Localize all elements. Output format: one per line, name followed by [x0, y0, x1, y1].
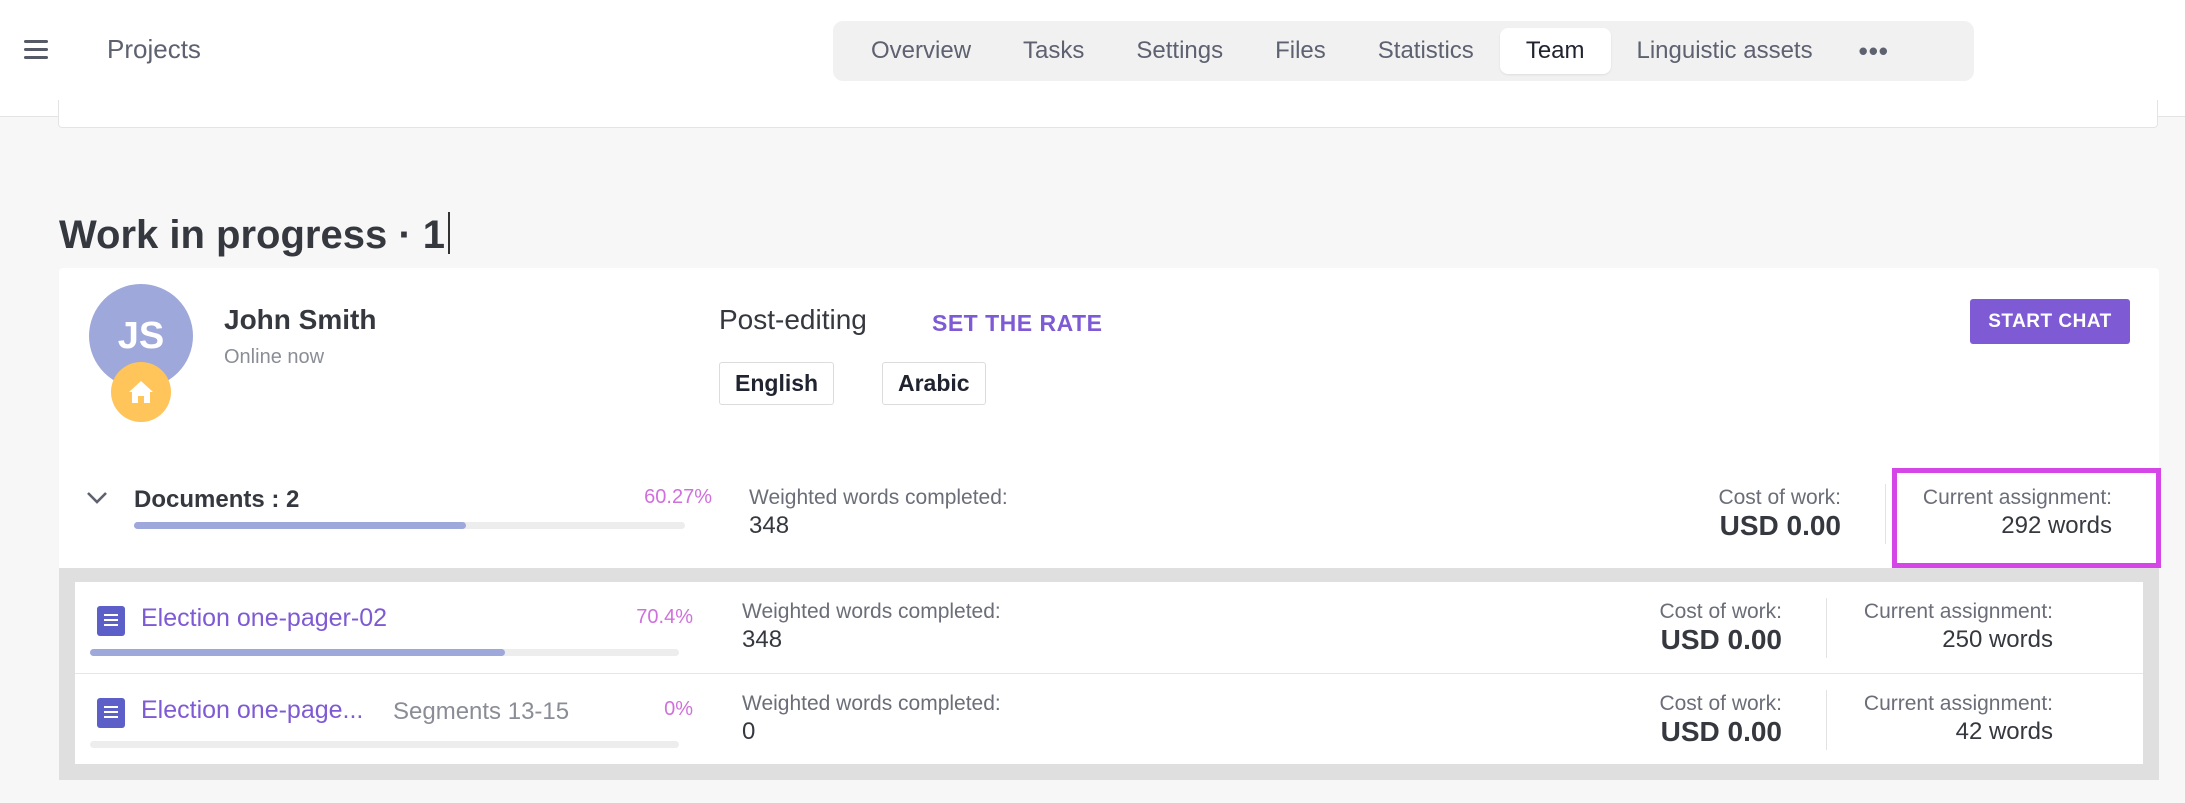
- source-language-chip: English: [719, 362, 835, 405]
- section-title: Work in progress · 1: [59, 212, 451, 258]
- assignee-card: JS John Smith Online now Post-editing SE…: [59, 268, 2161, 780]
- current-assignment-label: Current assignment:: [1863, 600, 2053, 623]
- cost-of-work-value: USD 0.00: [1719, 510, 1841, 541]
- documents-progress-bar: [134, 522, 685, 529]
- document-progress-percent: 0%: [664, 698, 693, 720]
- document-icon: [97, 698, 125, 728]
- document-progress-bar: [90, 741, 679, 748]
- current-assignment-label: Current assignment:: [1863, 692, 2053, 715]
- document-segments: Segments 13-15: [393, 698, 570, 725]
- column-divider: [1826, 690, 1827, 750]
- tab-tasks[interactable]: Tasks: [997, 28, 1110, 74]
- document-progress-bar: [90, 649, 679, 656]
- highlight-box: [1892, 468, 2161, 568]
- tab-files[interactable]: Files: [1249, 28, 1352, 74]
- current-assignment-value: 42 words: [1955, 718, 2053, 745]
- document-name[interactable]: Election one-page...: [141, 696, 363, 725]
- chevron-down-icon[interactable]: [85, 490, 109, 511]
- assignee-name[interactable]: John Smith: [224, 304, 376, 336]
- tab-bar: Overview Tasks Settings Files Statistics…: [833, 21, 1974, 81]
- column-divider: [1885, 484, 1886, 544]
- weighted-words-label: Weighted words completed:: [742, 692, 1001, 715]
- weighted-words-label: Weighted words completed:: [749, 486, 1008, 509]
- documents-progress-percent: 60.27%: [644, 486, 712, 508]
- tab-overview[interactable]: Overview: [845, 28, 997, 74]
- cost-of-work-label: Cost of work:: [1718, 486, 1841, 509]
- service-name: Post-editing: [719, 304, 867, 335]
- assignee-status: Online now: [224, 346, 325, 368]
- document-row: Election one-pager-02 70.4% Weighted wor…: [75, 582, 2143, 673]
- start-chat-button[interactable]: START CHAT: [1970, 299, 2130, 344]
- document-progress-percent: 70.4%: [636, 606, 693, 628]
- tab-linguistic-assets[interactable]: Linguistic assets: [1611, 28, 1839, 74]
- home-icon: [111, 362, 171, 422]
- cost-of-work-value: USD 0.00: [1660, 716, 1782, 747]
- weighted-words-value: 0: [742, 718, 756, 745]
- column-divider: [1826, 598, 1827, 658]
- hamburger-menu-icon[interactable]: [22, 38, 52, 62]
- weighted-words-label: Weighted words completed:: [742, 600, 1001, 623]
- tab-team[interactable]: Team: [1499, 28, 1611, 74]
- document-progress-fill: [90, 649, 505, 656]
- cost-of-work-label: Cost of work:: [1659, 600, 1782, 623]
- text-cursor: [448, 212, 451, 254]
- cost-of-work-value: USD 0.00: [1660, 624, 1782, 655]
- more-tabs-icon[interactable]: •••: [1839, 36, 1909, 67]
- tab-settings[interactable]: Settings: [1110, 28, 1249, 74]
- document-row: Election one-page... Segments 13-15 0% W…: [75, 673, 2143, 764]
- current-assignment-value: 250 words: [1942, 626, 2053, 653]
- weighted-words-value: 348: [749, 512, 790, 539]
- documents-count: Documents : 2: [134, 486, 300, 513]
- tab-statistics[interactable]: Statistics: [1352, 28, 1500, 74]
- document-icon: [97, 606, 125, 636]
- set-rate-link[interactable]: SET THE RATE: [932, 310, 1102, 337]
- target-language-chip: Arabic: [882, 362, 986, 405]
- weighted-words-value: 348: [742, 626, 783, 653]
- documents-list: Election one-pager-02 70.4% Weighted wor…: [75, 582, 2143, 764]
- cost-of-work-label: Cost of work:: [1659, 692, 1782, 715]
- documents-progress-fill: [134, 522, 467, 529]
- app-title[interactable]: Projects: [107, 34, 201, 65]
- section-title-text: Work in progress · 1: [59, 213, 446, 257]
- previous-card-edge: [58, 100, 2158, 128]
- document-name[interactable]: Election one-pager-02: [141, 604, 387, 633]
- documents-panel: Election one-pager-02 70.4% Weighted wor…: [59, 568, 2159, 780]
